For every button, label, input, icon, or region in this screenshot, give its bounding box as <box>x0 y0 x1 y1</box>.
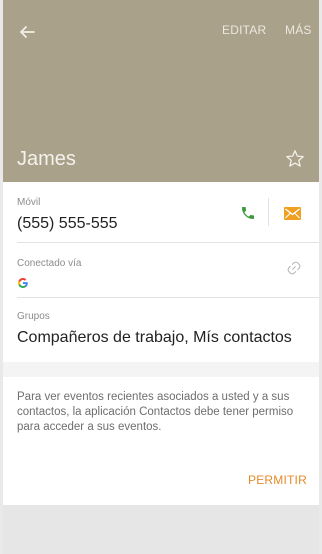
contact-detail-screen: EDITAR MÁS James Móvil (555) 555-555 Con… <box>3 0 319 554</box>
phone-row[interactable]: Móvil (555) 555-555 <box>3 182 319 242</box>
google-icon <box>18 278 28 288</box>
favorite-button[interactable] <box>282 146 308 172</box>
connected-row: Conectado vía <box>3 243 319 297</box>
connected-label: Conectado vía <box>17 258 82 269</box>
star-icon <box>286 150 304 167</box>
events-permission-card: Para ver eventos recientes asociados a u… <box>3 377 319 505</box>
link-button[interactable] <box>283 257 305 279</box>
groups-label: Grupos <box>17 311 50 322</box>
phone-icon <box>242 207 254 219</box>
row-divider <box>268 198 269 226</box>
phone-label: Móvil <box>17 197 41 208</box>
more-button[interactable]: MÁS <box>285 23 312 37</box>
back-button[interactable] <box>13 18 41 46</box>
contact-name: James <box>17 148 76 170</box>
google-account <box>16 276 30 290</box>
back-arrow-icon <box>20 26 35 38</box>
envelope-icon <box>283 206 301 220</box>
phone-number: (555) 555-555 <box>17 215 118 232</box>
call-button[interactable] <box>235 200 261 226</box>
contact-header: EDITAR MÁS James <box>3 0 319 182</box>
link-icon <box>287 261 301 275</box>
permit-button[interactable]: PERMITIR <box>248 473 307 487</box>
edit-button[interactable]: EDITAR <box>222 23 266 37</box>
events-permission-message: Para ver eventos recientes asociados a u… <box>17 391 294 433</box>
message-button[interactable] <box>279 200 305 226</box>
contact-details-card: Móvil (555) 555-555 Conectado vía Grupos… <box>3 182 319 362</box>
groups-row[interactable]: Grupos Compañeros de trabajo, Mís contac… <box>3 298 319 362</box>
groups-value: Compañeros de trabajo, Mís contactos <box>17 329 292 346</box>
bottom-area <box>3 505 319 554</box>
